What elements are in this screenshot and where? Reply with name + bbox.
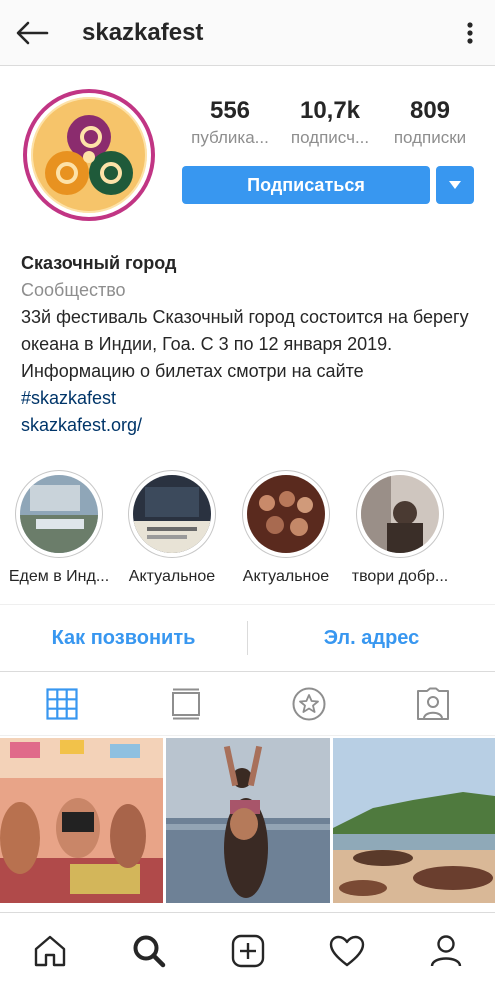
- profile-header: 556 публика... 10,7k подписч... 809 подп…: [0, 66, 495, 226]
- stat-following[interactable]: 809 подписки: [380, 96, 480, 148]
- nav-profile[interactable]: [396, 913, 495, 988]
- nav-search[interactable]: [99, 913, 198, 988]
- bio-text: 33й фестиваль Сказочный город состоится …: [21, 307, 469, 381]
- following-count: 809: [409, 97, 451, 124]
- triskele-logo: [31, 97, 147, 213]
- grid-photo[interactable]: [333, 738, 495, 903]
- back-button[interactable]: [0, 0, 64, 66]
- add-post-icon: [231, 934, 264, 967]
- stat-posts[interactable]: 556 публика...: [180, 96, 280, 148]
- call-button[interactable]: Как позвонить: [0, 605, 247, 671]
- highlight-label: Актуальное: [128, 568, 216, 585]
- tab-grid[interactable]: [0, 672, 124, 735]
- more-vertical-icon: [467, 21, 473, 44]
- following-label: подписки: [393, 128, 467, 147]
- profile-tabs: [0, 672, 495, 736]
- tab-tagged[interactable]: [371, 672, 495, 735]
- highlight-item[interactable]: Актуальное: [230, 470, 342, 586]
- suggestions-dropdown-button[interactable]: [436, 166, 474, 204]
- tagged-icon: [417, 687, 450, 720]
- nav-activity[interactable]: [297, 913, 396, 988]
- profile-stats: 556 публика... 10,7k подписч... 809 подп…: [180, 96, 480, 156]
- followers-label: подписч...: [290, 128, 370, 147]
- photo-grid: [0, 738, 495, 918]
- profile-username: skazkafest: [82, 18, 204, 46]
- grid-icon: [46, 687, 78, 720]
- arrow-left-icon: [16, 21, 49, 44]
- feed-icon: [171, 688, 200, 719]
- avatar[interactable]: [23, 89, 155, 221]
- posts-label: публика...: [191, 128, 269, 147]
- highlight-cover-image: [133, 475, 211, 553]
- profile-display-name: Сказочный город: [21, 253, 177, 273]
- posts-count: 556: [209, 97, 251, 124]
- email-button[interactable]: Эл. адрес: [248, 605, 495, 671]
- igtv-star-icon: [292, 687, 326, 720]
- highlight-label: Едем в Инд...: [8, 568, 110, 585]
- profile-icon: [430, 934, 461, 966]
- followers-count: 10,7k: [299, 97, 361, 124]
- bio-website-link[interactable]: skazkafest.org/: [21, 412, 481, 439]
- profile-category: Сообщество: [21, 280, 126, 300]
- triangle-down-icon: [449, 181, 461, 189]
- highlight-cover-image: [20, 475, 98, 553]
- tab-igtv[interactable]: [248, 672, 372, 735]
- highlight-item[interactable]: Актуальное: [116, 470, 228, 586]
- profile-bio: Сказочный город Сообщество 33й фестиваль…: [21, 250, 481, 439]
- highlight-label: твори добр...: [351, 568, 449, 585]
- follow-button[interactable]: Подписаться: [182, 166, 430, 204]
- more-options-button[interactable]: [445, 0, 495, 66]
- bottom-navigation: [0, 912, 495, 988]
- tab-feed[interactable]: [124, 672, 248, 735]
- home-icon: [34, 935, 65, 966]
- highlight-label: Актуальное: [242, 568, 330, 585]
- search-icon: [133, 935, 165, 967]
- nav-new-post[interactable]: [198, 913, 297, 988]
- grid-photo[interactable]: [166, 738, 330, 903]
- bio-hashtag[interactable]: #skazkafest: [21, 385, 481, 412]
- contact-actions: Как позвонить Эл. адрес: [0, 604, 495, 672]
- highlight-cover-image: [361, 475, 439, 553]
- nav-home[interactable]: [0, 913, 99, 988]
- highlight-item[interactable]: Едем в Инд...: [3, 470, 115, 586]
- activity-heart-icon: [329, 935, 364, 966]
- story-highlights: Едем в Инд... Актуальное Актуальное твор…: [0, 470, 495, 590]
- highlight-cover-image: [247, 475, 325, 553]
- stat-followers[interactable]: 10,7k подписч...: [280, 96, 380, 148]
- top-bar: skazkafest: [0, 0, 495, 66]
- grid-photo[interactable]: [0, 738, 163, 903]
- highlight-item[interactable]: твори добр...: [344, 470, 456, 586]
